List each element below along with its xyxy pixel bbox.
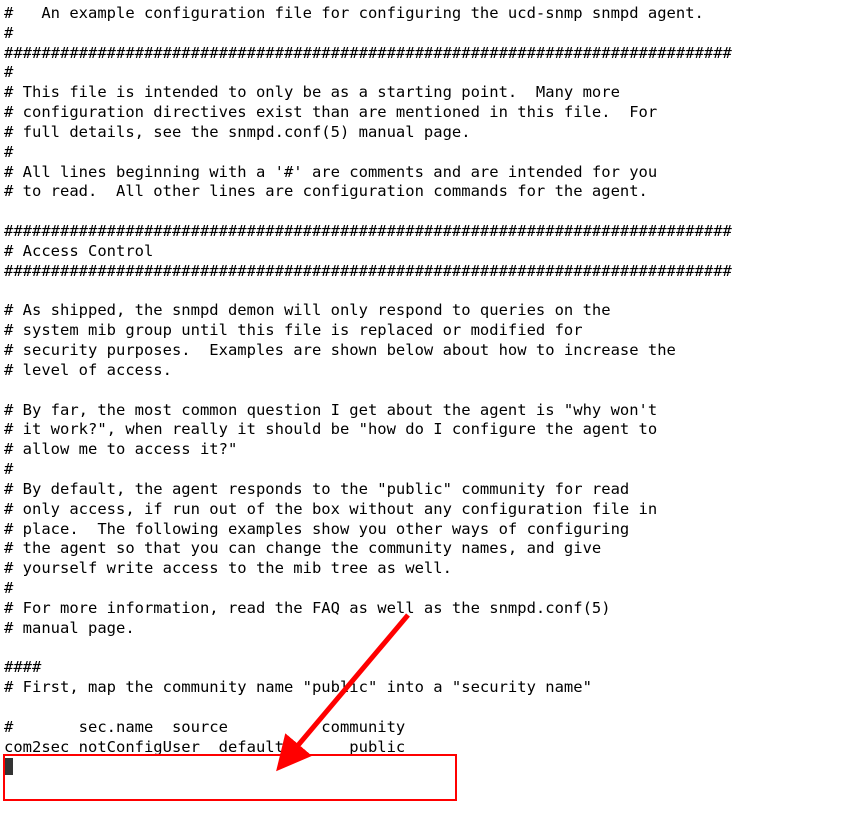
config-line: # it work?", when really it should be "h… — [4, 420, 657, 438]
config-line: # yourself write access to the mib tree … — [4, 559, 452, 577]
config-line: # system mib group until this file is re… — [4, 321, 583, 339]
config-line: # security purposes. Examples are shown … — [4, 341, 676, 359]
config-line: # the agent so that you can change the c… — [4, 539, 601, 557]
config-line: ########################################… — [4, 222, 732, 240]
config-line: # For more information, read the FAQ as … — [4, 599, 611, 617]
config-line: com2sec notConfigUser default public — [4, 738, 405, 756]
text-cursor — [4, 758, 13, 775]
config-line: ########################################… — [4, 44, 732, 62]
config-line: # — [4, 460, 13, 478]
config-line: #### — [4, 658, 41, 676]
config-file-content: # An example configuration file for conf… — [4, 4, 851, 777]
config-line: # This file is intended to only be as a … — [4, 83, 620, 101]
config-line: # only access, if run out of the box wit… — [4, 500, 657, 518]
config-line: # — [4, 143, 13, 161]
config-line: # configuration directives exist than ar… — [4, 103, 657, 121]
config-line: # By default, the agent responds to the … — [4, 480, 629, 498]
config-line: # First, map the community name "public"… — [4, 678, 592, 696]
config-line: # Access Control — [4, 242, 153, 260]
config-line: # As shipped, the snmpd demon will only … — [4, 301, 611, 319]
config-line: # level of access. — [4, 361, 172, 379]
config-line: # allow me to access it?" — [4, 440, 237, 458]
config-line: # full details, see the snmpd.conf(5) ma… — [4, 123, 471, 141]
config-line: # sec.name source community — [4, 718, 405, 736]
config-line: # All lines beginning with a '#' are com… — [4, 163, 657, 181]
config-line: # — [4, 579, 13, 597]
config-line: # By far, the most common question I get… — [4, 401, 657, 419]
config-line: # manual page. — [4, 619, 135, 637]
config-line: # to read. All other lines are configura… — [4, 182, 648, 200]
config-line: # — [4, 63, 13, 81]
config-line: # An example configuration file for conf… — [4, 4, 704, 22]
config-line: # place. The following examples show you… — [4, 520, 629, 538]
config-line: # — [4, 24, 13, 42]
config-line: ########################################… — [4, 262, 732, 280]
